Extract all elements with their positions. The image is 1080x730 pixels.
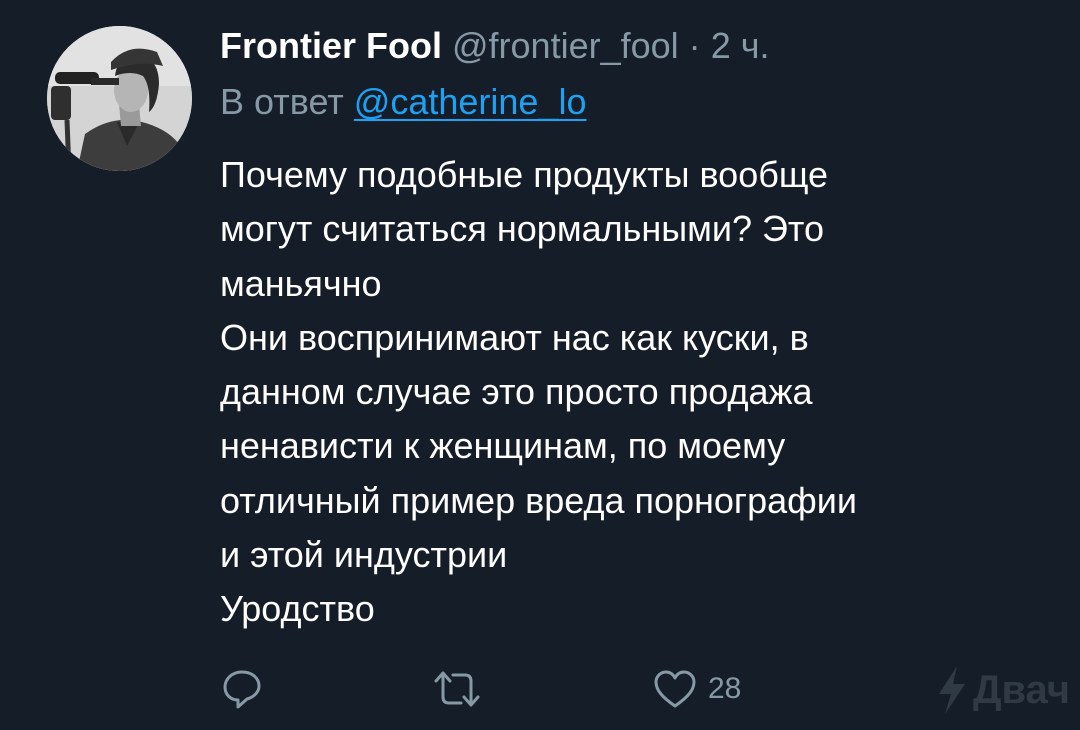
tweet-text-line: маньячно (220, 262, 382, 304)
tweet-actions: 28 (220, 662, 820, 716)
reply-button[interactable] (220, 662, 264, 716)
watermark-text: Двач (972, 667, 1070, 712)
tweet-text-line: и этой индустрии (220, 534, 508, 576)
author-name[interactable]: Frontier Fool (220, 25, 442, 66)
separator-dot: · (688, 25, 701, 66)
author-handle[interactable]: @frontier_fool (452, 25, 679, 66)
reply-context: В ответ @catherine_lo (220, 80, 586, 124)
retweet-arrows-icon (432, 667, 482, 711)
retweet-button[interactable] (432, 662, 482, 716)
reply-to-link[interactable]: @catherine_lo (354, 81, 587, 122)
tweet-header: Frontier Fool @frontier_fool · 2 ч. (220, 24, 769, 68)
tweet-text-line: данном случае это просто продажа (220, 371, 813, 413)
tweet-time[interactable]: 2 ч. (711, 25, 770, 66)
reply-prefix: В ответ (220, 81, 344, 122)
tweet-text-line: ненависти к женщинам, по моему (220, 425, 786, 467)
like-count: 28 (708, 672, 742, 705)
tweet-text-line: Они воспринимают нас как куски, в (220, 316, 809, 358)
tweet-text: Почему подобные продукты вообще могут сч… (220, 148, 1040, 637)
tweet-text-line: могут считаться нормальными? Это (220, 208, 824, 250)
tweet-text-line: отличный пример вреда порнографии (220, 479, 857, 521)
speech-bubble-icon (220, 667, 264, 711)
tweet[interactable]: Frontier Fool @frontier_fool · 2 ч. В от… (0, 0, 1080, 730)
tweet-text-line: Почему подобные продукты вообще (220, 154, 829, 195)
lightning-bolt-icon (935, 664, 973, 716)
tweet-text-line: Уродство (220, 588, 375, 630)
avatar[interactable] (47, 26, 192, 171)
avatar-photo (47, 26, 192, 171)
heart-icon (652, 667, 698, 711)
watermark: Двач (935, 664, 1070, 716)
like-button[interactable]: 28 (652, 662, 741, 716)
